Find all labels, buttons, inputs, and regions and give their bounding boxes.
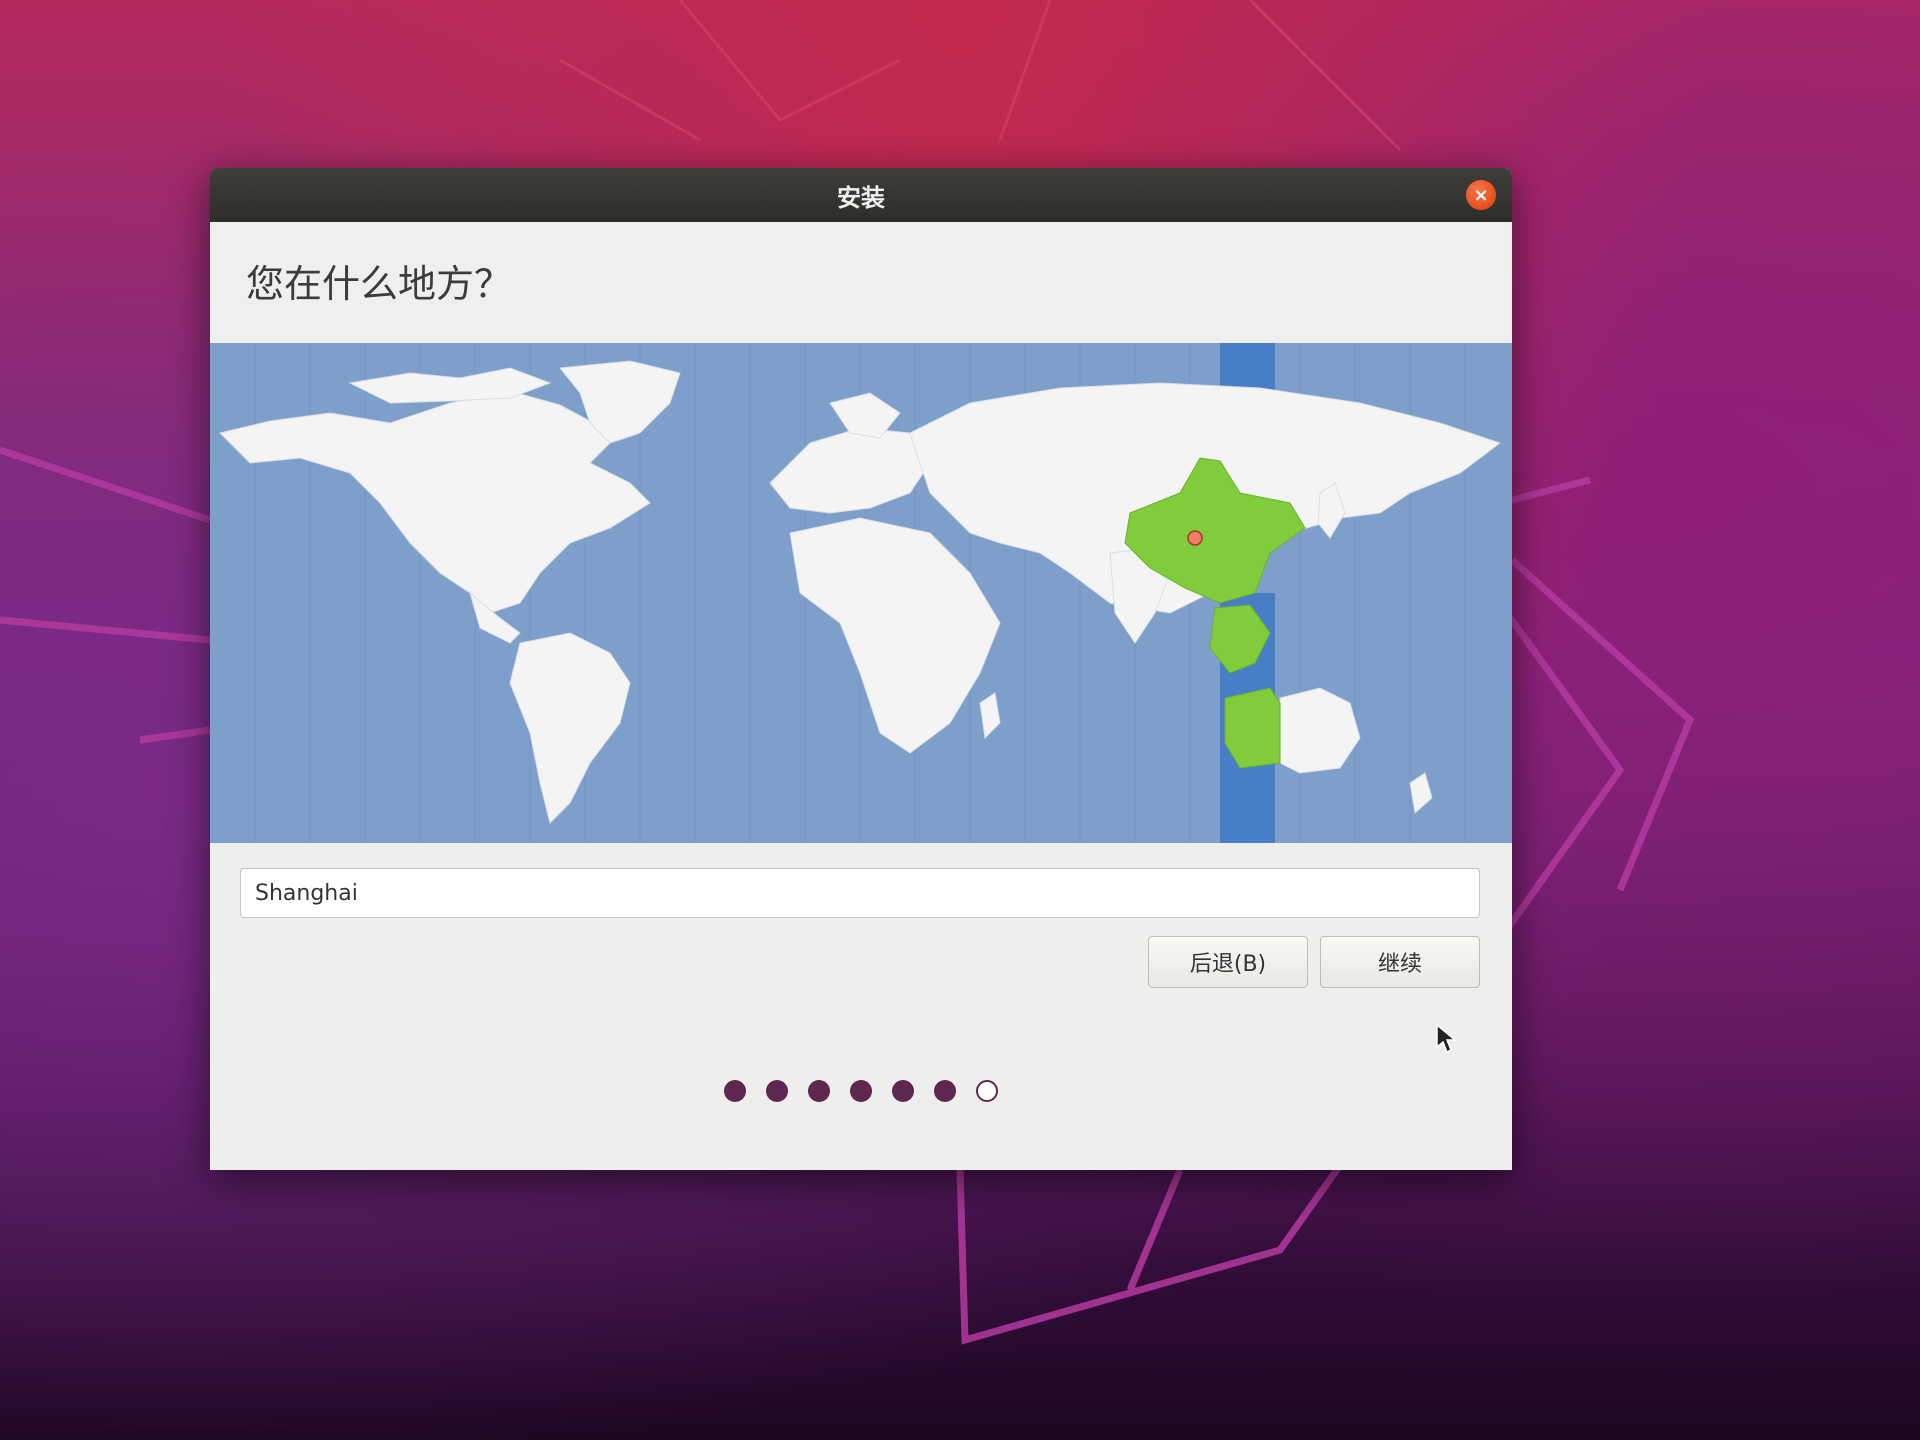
close-icon[interactable]: × — [1466, 180, 1496, 210]
europe — [769, 427, 931, 514]
timezone-band-top — [1220, 343, 1275, 391]
madagascar — [979, 692, 1001, 740]
mouse-cursor-icon — [1436, 1024, 1458, 1054]
western-australia-region — [1224, 687, 1281, 769]
selected-location-marker[interactable] — [1187, 530, 1203, 546]
progress-indicator — [210, 1076, 1512, 1106]
window-title: 安装 — [837, 183, 885, 212]
continue-button[interactable]: 继续 — [1320, 936, 1480, 988]
australia-east — [1279, 687, 1361, 774]
new-zealand — [1409, 772, 1433, 814]
africa — [789, 517, 1001, 754]
desktop-background: 安装 × 您在什么地方？ Shanghai 后退(B) 继续 — [0, 0, 1920, 1440]
timezone-map[interactable] — [210, 343, 1512, 843]
progress-dot-5 — [892, 1080, 914, 1102]
progress-dot-2 — [766, 1080, 788, 1102]
progress-dot-4 — [850, 1080, 872, 1102]
progress-dot-1 — [724, 1080, 746, 1102]
progress-dot-7 — [976, 1080, 998, 1102]
title-bar: 安装 × — [210, 168, 1512, 222]
page-title: 您在什么地方？ — [246, 261, 513, 306]
timezone-input[interactable] — [240, 868, 1480, 918]
back-button[interactable]: 后退(B) — [1148, 936, 1308, 988]
south-america — [509, 632, 631, 824]
page-header: 您在什么地方？ — [210, 222, 1512, 338]
world-map[interactable] — [210, 343, 1512, 843]
installer-window: 安装 × 您在什么地方？ Shanghai 后退(B) 继续 — [210, 168, 1512, 1170]
progress-dot-6 — [934, 1080, 956, 1102]
progress-dot-3 — [808, 1080, 830, 1102]
